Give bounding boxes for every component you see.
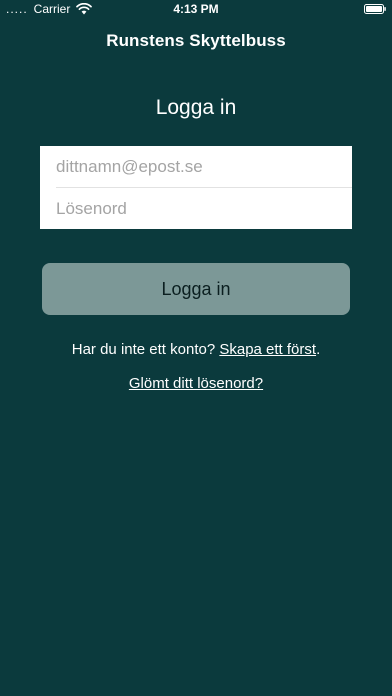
register-prompt: Har du inte ett konto? Skapa ett först.	[0, 341, 392, 358]
navigation-bar: Runstens Skyttelbuss	[0, 20, 392, 62]
forgot-password-link[interactable]: Glömt ditt lösenord?	[129, 375, 263, 392]
create-account-link[interactable]: Skapa ett först	[219, 341, 316, 358]
page-title: Logga in	[155, 96, 237, 119]
login-button[interactable]: Logga in	[42, 263, 350, 315]
register-prompt-suffix: .	[316, 341, 321, 358]
email-field[interactable]	[40, 146, 352, 187]
status-time: 4:13 PM	[173, 2, 219, 16]
login-form	[40, 146, 352, 229]
register-prompt-text: Har du inte ett konto?	[71, 341, 220, 358]
password-field[interactable]	[40, 188, 352, 229]
forgot-password-row: Glömt ditt lösenord?	[0, 375, 392, 392]
battery-icon	[364, 4, 386, 14]
status-bar: ..... Carrier 4:13 PM	[0, 0, 392, 20]
nav-title: Runstens Skyttelbuss	[106, 31, 286, 50]
